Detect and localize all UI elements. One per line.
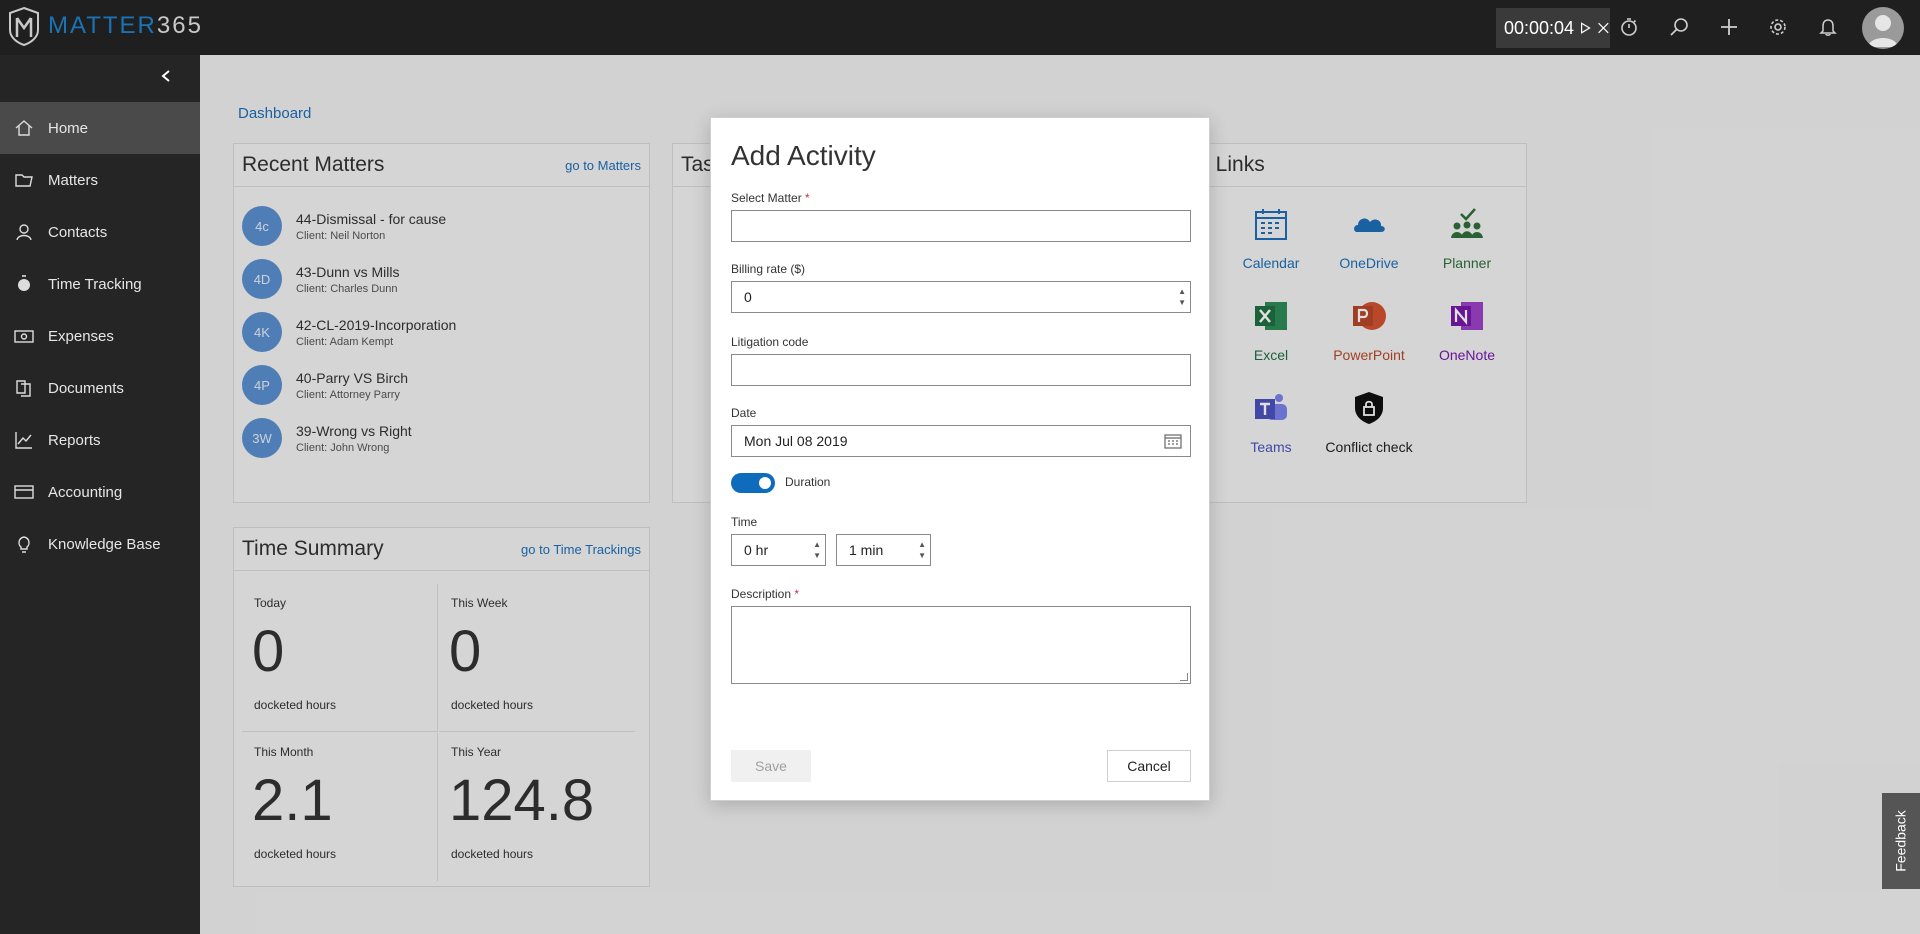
litigation-code-label: Litigation code: [731, 335, 809, 349]
close-icon[interactable]: [1597, 20, 1610, 36]
sidebar-item-label: Expenses: [48, 327, 114, 345]
card-icon: [14, 485, 34, 499]
sidebar-item-accounting[interactable]: Accounting: [0, 466, 200, 518]
user-avatar[interactable]: [1862, 7, 1904, 49]
sidebar-item-label: Contacts: [48, 223, 108, 241]
sidebar-nav: Home Matters Contacts Time Tracking Expe…: [0, 102, 200, 570]
sidebar-item-label: Time Tracking: [48, 275, 142, 293]
date-value: Mon Jul 08 2019: [744, 433, 848, 449]
hours-spin-buttons[interactable]: ▲ ▼: [813, 539, 821, 561]
sidebar-item-documents[interactable]: Documents: [0, 362, 200, 414]
calendar-icon[interactable]: [1164, 433, 1182, 449]
billing-rate-field[interactable]: 0 ▲ ▼: [731, 281, 1191, 313]
hours-value: 0 hr: [744, 542, 769, 558]
time-label: Time: [731, 515, 758, 529]
select-matter-field[interactable]: [731, 210, 1191, 242]
duration-toggle[interactable]: [731, 473, 775, 493]
sidebar-item-knowledge-base[interactable]: Knowledge Base: [0, 518, 200, 570]
logo-text: MATTER365: [48, 12, 203, 39]
description-label: Description *: [731, 587, 800, 601]
person-icon: [16, 224, 32, 241]
date-label: Date: [731, 406, 757, 420]
billing-rate-stepper[interactable]: ▲ ▼: [1178, 286, 1186, 308]
top-bar: MATTER365 00:00:04: [0, 0, 1920, 55]
billing-rate-label: Billing rate ($): [731, 262, 806, 276]
date-field[interactable]: Mon Jul 08 2019: [731, 425, 1191, 457]
folder-icon: [15, 174, 33, 187]
hours-stepper[interactable]: 0 hr ▲ ▼: [731, 534, 826, 566]
sidebar-item-time-tracking[interactable]: Time Tracking: [0, 258, 200, 310]
sidebar-item-label: Reports: [48, 431, 101, 449]
minutes-spin-buttons[interactable]: ▲ ▼: [918, 539, 926, 561]
sidebar-item-matters[interactable]: Matters: [0, 154, 200, 206]
documents-icon: [16, 380, 31, 397]
billing-rate-value: 0: [744, 289, 752, 305]
logo-shield-icon: [9, 6, 39, 46]
sidebar-item-contacts[interactable]: Contacts: [0, 206, 200, 258]
sidebar-item-reports[interactable]: Reports: [0, 414, 200, 466]
resize-handle[interactable]: [1180, 673, 1188, 681]
sidebar-item-label: Matters: [48, 171, 99, 189]
dialog-title: Add Activity: [731, 140, 876, 171]
sidebar: Home Matters Contacts Time Tracking Expe…: [0, 55, 200, 934]
plus-icon[interactable]: [1714, 12, 1744, 42]
minutes-stepper[interactable]: 1 min ▲ ▼: [836, 534, 931, 566]
search-icon[interactable]: [1664, 12, 1694, 42]
active-timer[interactable]: 00:00:04: [1496, 8, 1610, 48]
minutes-value: 1 min: [849, 542, 884, 558]
sidebar-item-label: Knowledge Base: [48, 535, 161, 553]
sidebar-item-label: Home: [48, 119, 89, 137]
select-matter-label: Select Matter *: [731, 191, 810, 205]
timer-display: 00:00:04: [1504, 17, 1575, 38]
cancel-button[interactable]: Cancel: [1107, 750, 1191, 782]
description-textarea[interactable]: [731, 606, 1191, 684]
litigation-code-field[interactable]: [731, 354, 1191, 386]
lightbulb-icon: [18, 536, 30, 553]
feedback-label: Feedback: [1893, 810, 1910, 872]
chart-icon: [15, 432, 32, 449]
sidebar-item-label: Documents: [48, 379, 124, 397]
sidebar-item-label: Accounting: [48, 483, 123, 501]
collapse-sidebar-icon[interactable]: [155, 65, 177, 87]
money-icon: [14, 330, 34, 343]
sidebar-item-home[interactable]: Home: [0, 102, 200, 154]
save-button[interactable]: Save: [731, 750, 811, 782]
sidebar-item-expenses[interactable]: Expenses: [0, 310, 200, 362]
bell-icon[interactable]: [1813, 12, 1843, 42]
duration-label: Duration: [785, 475, 831, 489]
feedback-tab[interactable]: Feedback: [1882, 793, 1920, 889]
app-logo[interactable]: MATTER365: [8, 6, 203, 46]
add-activity-dialog: Add Activity Select Matter * Billing rat…: [710, 117, 1210, 801]
play-icon[interactable]: [1580, 20, 1591, 36]
gear-icon[interactable]: [1763, 12, 1793, 42]
home-icon: [15, 120, 33, 136]
stopwatch-icon[interactable]: [1614, 12, 1644, 42]
stopwatch-icon: [18, 275, 30, 291]
